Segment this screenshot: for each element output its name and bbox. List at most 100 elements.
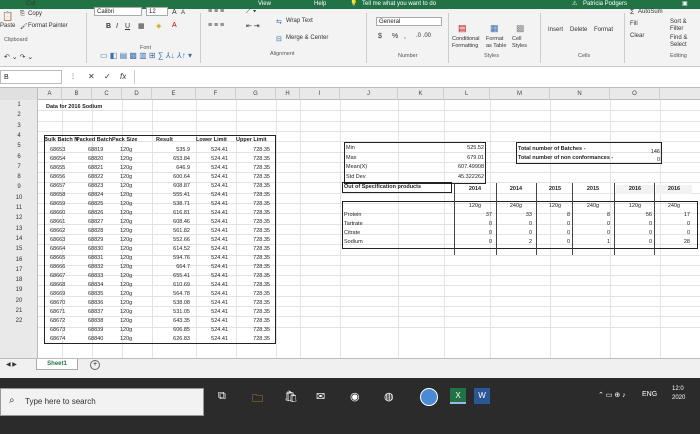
oos-value[interactable]: 0 [616,229,652,238]
table-cell-pack-size[interactable]: 120g [120,245,136,254]
add-sheet-button[interactable]: + [90,360,100,370]
row-header-8[interactable]: 8 [0,172,38,182]
enter-button[interactable]: ✓ [104,72,111,81]
table-cell-upper-limit[interactable]: 728.35 [240,308,270,317]
table-cell-lower-limit[interactable]: 524.41 [202,182,228,191]
table-cell-packed-batch[interactable]: 68833 [88,272,112,281]
indent-icons[interactable]: ⇤ ⇥ [246,22,260,30]
table-cell-bulk-batch[interactable]: 68668 [50,281,74,290]
oos-param[interactable]: Citrate [344,229,394,238]
share-icon[interactable]: ▣ [682,0,688,9]
table-cell-result[interactable]: 626.83 [162,335,190,344]
oos-year[interactable]: 2015 [574,185,612,194]
table-cell-upper-limit[interactable]: 728.35 [240,173,270,182]
table-cell-upper-limit[interactable]: 728.35 [240,155,270,164]
format-cells-button[interactable]: Format [594,27,613,33]
oos-year[interactable]: 2014 [456,185,494,194]
oos-value[interactable]: 0 [538,220,570,229]
table-cell-upper-limit[interactable]: 728.35 [240,299,270,308]
oos-year[interactable]: 2016 [656,185,692,195]
column-header-e[interactable]: E [152,88,196,100]
table-cell-upper-limit[interactable]: 728.35 [240,326,270,335]
column-header-o[interactable]: O [610,88,660,100]
align-left-icons[interactable]: ≡ ≡ ≡ [208,22,224,29]
oos-value[interactable]: 2 [498,238,532,247]
table-cell-packed-batch[interactable]: 68828 [88,227,112,236]
table-cell-lower-limit[interactable]: 524.41 [202,218,228,227]
table-cell-lower-limit[interactable]: 524.41 [202,164,228,173]
table-cell-bulk-batch[interactable]: 68671 [50,308,74,317]
row-header-22[interactable]: 22 [0,316,38,326]
column-header-d[interactable]: D [122,88,152,100]
table-cell-bulk-batch[interactable]: 68655 [50,164,74,173]
table-cell-result[interactable]: 614.52 [162,245,190,254]
table-cell-upper-limit[interactable]: 728.35 [240,272,270,281]
oos-year[interactable]: 2014 [498,185,534,194]
oos-value[interactable]: 28 [656,238,690,247]
table-cell-packed-batch[interactable]: 68829 [88,236,112,245]
table-cell-pack-size[interactable]: 120g [120,236,136,245]
number-format-combo[interactable]: General [376,17,442,26]
mail-icon[interactable]: ✉ [316,390,325,403]
table-cell-pack-size[interactable]: 120g [120,191,136,200]
table-cell-pack-size[interactable]: 120g [120,308,136,317]
table-cell-result[interactable]: 531.05 [162,308,190,317]
row-header-14[interactable]: 14 [0,234,38,244]
oos-value[interactable]: 0 [616,220,652,229]
grow-font-button[interactable]: A [172,9,177,16]
chrome-icon[interactable]: ◍ [384,390,394,403]
table-cell-result[interactable]: 608.46 [162,218,190,227]
row-header-3[interactable]: 3 [0,121,38,131]
table-cell-upper-limit[interactable]: 728.35 [240,227,270,236]
insert-function-button[interactable]: fx [120,72,126,81]
table-cell-upper-limit[interactable]: 728.35 [240,263,270,272]
paste-button[interactable]: Paste [0,23,15,29]
font-color-icon[interactable]: A [172,22,177,29]
table-cell-packed-batch[interactable]: 68827 [88,218,112,227]
table-cell-result[interactable]: 643.35 [162,317,190,326]
table-cell-lower-limit[interactable]: 524.41 [202,272,228,281]
table-cell-lower-limit[interactable]: 524.41 [202,317,228,326]
table-cell-bulk-batch[interactable]: 68669 [50,290,74,299]
table-cell-result[interactable]: 664.7 [162,263,190,272]
column-header-f[interactable]: F [196,88,236,100]
row-header-2[interactable]: 2 [0,110,38,120]
row-header-4[interactable]: 4 [0,131,38,141]
table-cell-lower-limit[interactable]: 524.41 [202,155,228,164]
table-cell-pack-size[interactable]: 120g [120,272,136,281]
format-painter-button[interactable]: Format Painter [28,23,68,29]
stats-label[interactable]: Mean(X) [346,163,386,172]
table-cell-result[interactable]: 561.82 [162,227,190,236]
table-cell-bulk-batch[interactable]: 68659 [50,200,74,209]
table-cell-lower-limit[interactable]: 524.41 [202,227,228,236]
bold-button[interactable]: B [106,23,111,30]
table-cell-pack-size[interactable]: 120g [120,182,136,191]
oos-year[interactable]: 2016 [616,185,654,195]
row-header-11[interactable]: 11 [0,203,38,213]
table-cell-result[interactable]: 610.69 [162,281,190,290]
row-header-13[interactable]: 13 [0,224,38,234]
app-icon[interactable]: ◉ [350,390,360,403]
row-header-19[interactable]: 19 [0,285,38,295]
row-header-15[interactable]: 15 [0,244,38,254]
table-cell-upper-limit[interactable]: 728.35 [240,236,270,245]
column-header-g[interactable]: G [236,88,276,100]
table-cell-packed-batch[interactable]: 68840 [88,335,112,344]
table-cell-packed-batch[interactable]: 68819 [88,146,112,155]
stats-value[interactable]: 45.322262 [440,173,484,182]
row-header-12[interactable]: 12 [0,213,38,223]
shrink-font-button[interactable]: A [181,10,185,16]
oos-value[interactable]: 33 [498,211,532,220]
table-cell-lower-limit[interactable]: 524.41 [202,308,228,317]
oos-value[interactable]: 0 [574,220,610,229]
browser-icon[interactable] [420,388,438,406]
cut-button[interactable]: Cut [26,1,35,7]
row-header-1[interactable]: 1 [0,100,38,110]
wrap-text-button[interactable]: Wrap Text [286,18,313,24]
oos-year[interactable]: 2015 [538,185,572,194]
table-cell-bulk-batch[interactable]: 68663 [50,236,74,245]
tab-view[interactable]: View [258,0,271,9]
table-cell-pack-size[interactable]: 120g [120,299,136,308]
table-cell-result[interactable]: 555.41 [162,191,190,200]
table-cell-bulk-batch[interactable]: 68654 [50,155,74,164]
